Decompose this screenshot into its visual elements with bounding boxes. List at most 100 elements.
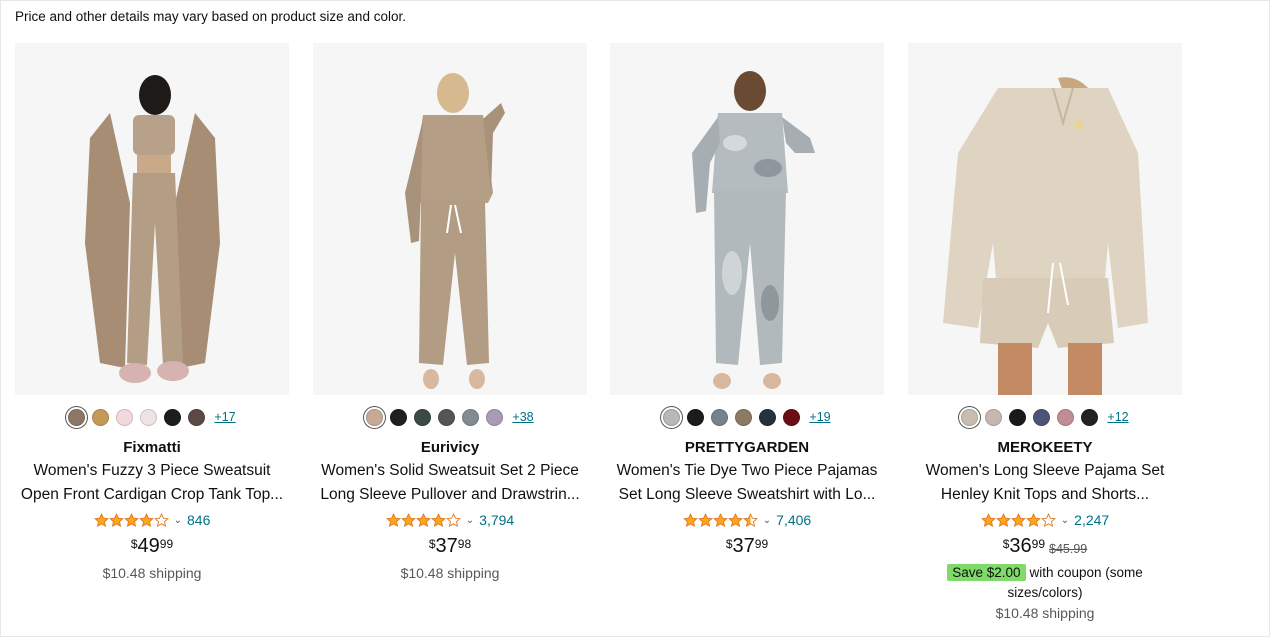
price-row: $ 37 99 [610,533,884,563]
color-swatch[interactable] [961,408,979,426]
price-whole: 37 [435,535,458,557]
price-whole: 49 [137,535,160,557]
color-swatch[interactable] [711,408,729,426]
color-swatch[interactable] [486,408,504,426]
price-fraction: 99 [1031,537,1046,551]
review-count-link[interactable]: 3,794 [479,512,514,528]
color-swatch[interactable] [735,408,753,426]
price-row: $ 49 99 [15,533,289,563]
product-image[interactable] [908,43,1182,395]
product-image[interactable] [610,43,884,395]
color-swatch[interactable] [462,408,480,426]
color-swatch[interactable] [759,408,777,426]
product-card[interactable]: +38 Eurivicy Women's Solid Sweatsuit Set… [313,43,587,581]
brand-name: MEROKEETY [997,439,1093,456]
brand-name: Eurivicy [420,439,480,456]
rating-row: ⌄ 3,794 [313,507,587,533]
price[interactable]: $ 36 99 [1003,535,1045,557]
title-line[interactable]: Henley Knit Tops and Shorts... [908,483,1182,507]
chevron-down-icon[interactable]: ⌄ [466,515,474,526]
color-swatch[interactable] [783,408,801,426]
color-swatch[interactable] [985,408,1003,426]
color-swatch[interactable] [1057,408,1075,426]
review-count-link[interactable]: 7,406 [776,512,811,528]
color-swatch[interactable] [68,408,86,426]
price-whole: 36 [1009,535,1032,557]
star-icon [415,512,431,527]
color-swatches: +12 [908,402,1182,432]
chevron-down-icon[interactable]: ⌄ [763,515,771,526]
star-rating[interactable] [980,512,1056,528]
color-swatches: +19 [610,402,884,432]
product-title[interactable]: Women's Solid Sweatsuit Set 2 Piece Long… [313,459,587,507]
color-swatch[interactable] [1081,408,1099,426]
star-icon [1025,512,1041,527]
rating-row: ⌄ 7,406 [610,507,884,533]
star-icon [682,512,698,527]
color-swatch[interactable] [663,408,681,426]
list-price: $45.99 [1049,542,1088,556]
product-image[interactable] [15,43,289,395]
price-symbol: $ [130,537,138,551]
color-swatch[interactable] [1009,408,1027,426]
more-colors-link[interactable]: +19 [809,410,830,424]
title-line[interactable]: Open Front Cardigan Crop Tank Top... [15,483,289,507]
price-symbol: $ [428,537,436,551]
star-icon [400,512,416,527]
price-fraction: 99 [754,537,769,551]
color-swatch[interactable] [140,408,158,426]
title-line[interactable]: Long Sleeve Pullover and Drawstrin... [313,483,587,507]
product-title[interactable]: Women's Fuzzy 3 Piece Sweatsuit Open Fro… [15,459,289,507]
color-swatch[interactable] [390,408,408,426]
product-card[interactable]: +17 Fixmatti Women's Fuzzy 3 Piece Sweat… [15,43,289,581]
title-line[interactable]: Women's Tie Dye Two Piece Pajamas [610,459,884,483]
shipping-cost: $10.48 shipping [995,605,1095,621]
product-card[interactable]: +19 PRETTYGARDEN Women's Tie Dye Two Pie… [610,43,884,563]
title-line[interactable]: Women's Fuzzy 3 Piece Sweatsuit [15,459,289,483]
price[interactable]: $ 37 99 [726,535,768,557]
color-swatch[interactable] [414,408,432,426]
star-icon [138,512,154,527]
star-icon [742,512,758,527]
shipping-cost: $10.48 shipping [400,565,500,581]
product-title[interactable]: Women's Tie Dye Two Piece Pajamas Set Lo… [610,459,884,507]
title-line[interactable]: Set Long Sleeve Sweatshirt with Lo... [610,483,884,507]
star-rating[interactable] [385,512,461,528]
title-line[interactable]: Women's Long Sleeve Pajama Set [908,459,1182,483]
more-colors-link[interactable]: +12 [1107,410,1128,424]
color-swatch[interactable] [687,408,705,426]
rating-row: ⌄ 2,247 [908,507,1182,533]
price[interactable]: $ 37 98 [429,535,471,557]
product-photo-henley-pajama-set [908,43,1182,395]
product-card[interactable]: +12 MEROKEETY Women's Long Sleeve Pajama… [908,43,1182,621]
star-rating[interactable] [682,512,758,528]
price[interactable]: $ 49 99 [131,535,173,557]
coupon-badge[interactable]: Save $2.00 [947,564,1026,581]
star-icon [1010,512,1026,527]
star-icon [93,512,109,527]
chevron-down-icon[interactable]: ⌄ [174,515,182,526]
rating-row: ⌄ 846 [15,507,289,533]
color-swatch[interactable] [1033,408,1051,426]
product-image[interactable] [313,43,587,395]
more-colors-link[interactable]: +17 [214,410,235,424]
product-title[interactable]: Women's Long Sleeve Pajama Set Henley Kn… [908,459,1182,507]
review-count-link[interactable]: 846 [187,512,210,528]
brand-name: PRETTYGARDEN [684,439,810,456]
star-icon [727,512,743,527]
color-swatch[interactable] [92,408,110,426]
price-symbol: $ [725,537,733,551]
title-line[interactable]: Women's Solid Sweatsuit Set 2 Piece [313,459,587,483]
chevron-down-icon[interactable]: ⌄ [1061,515,1069,526]
color-swatch[interactable] [188,408,206,426]
star-icon [980,512,996,527]
color-swatch[interactable] [366,408,384,426]
color-swatch[interactable] [164,408,182,426]
star-icon [712,512,728,527]
star-icon [123,512,139,527]
color-swatch[interactable] [116,408,134,426]
more-colors-link[interactable]: +38 [512,410,533,424]
review-count-link[interactable]: 2,247 [1074,512,1109,528]
color-swatch[interactable] [438,408,456,426]
star-rating[interactable] [93,512,169,528]
